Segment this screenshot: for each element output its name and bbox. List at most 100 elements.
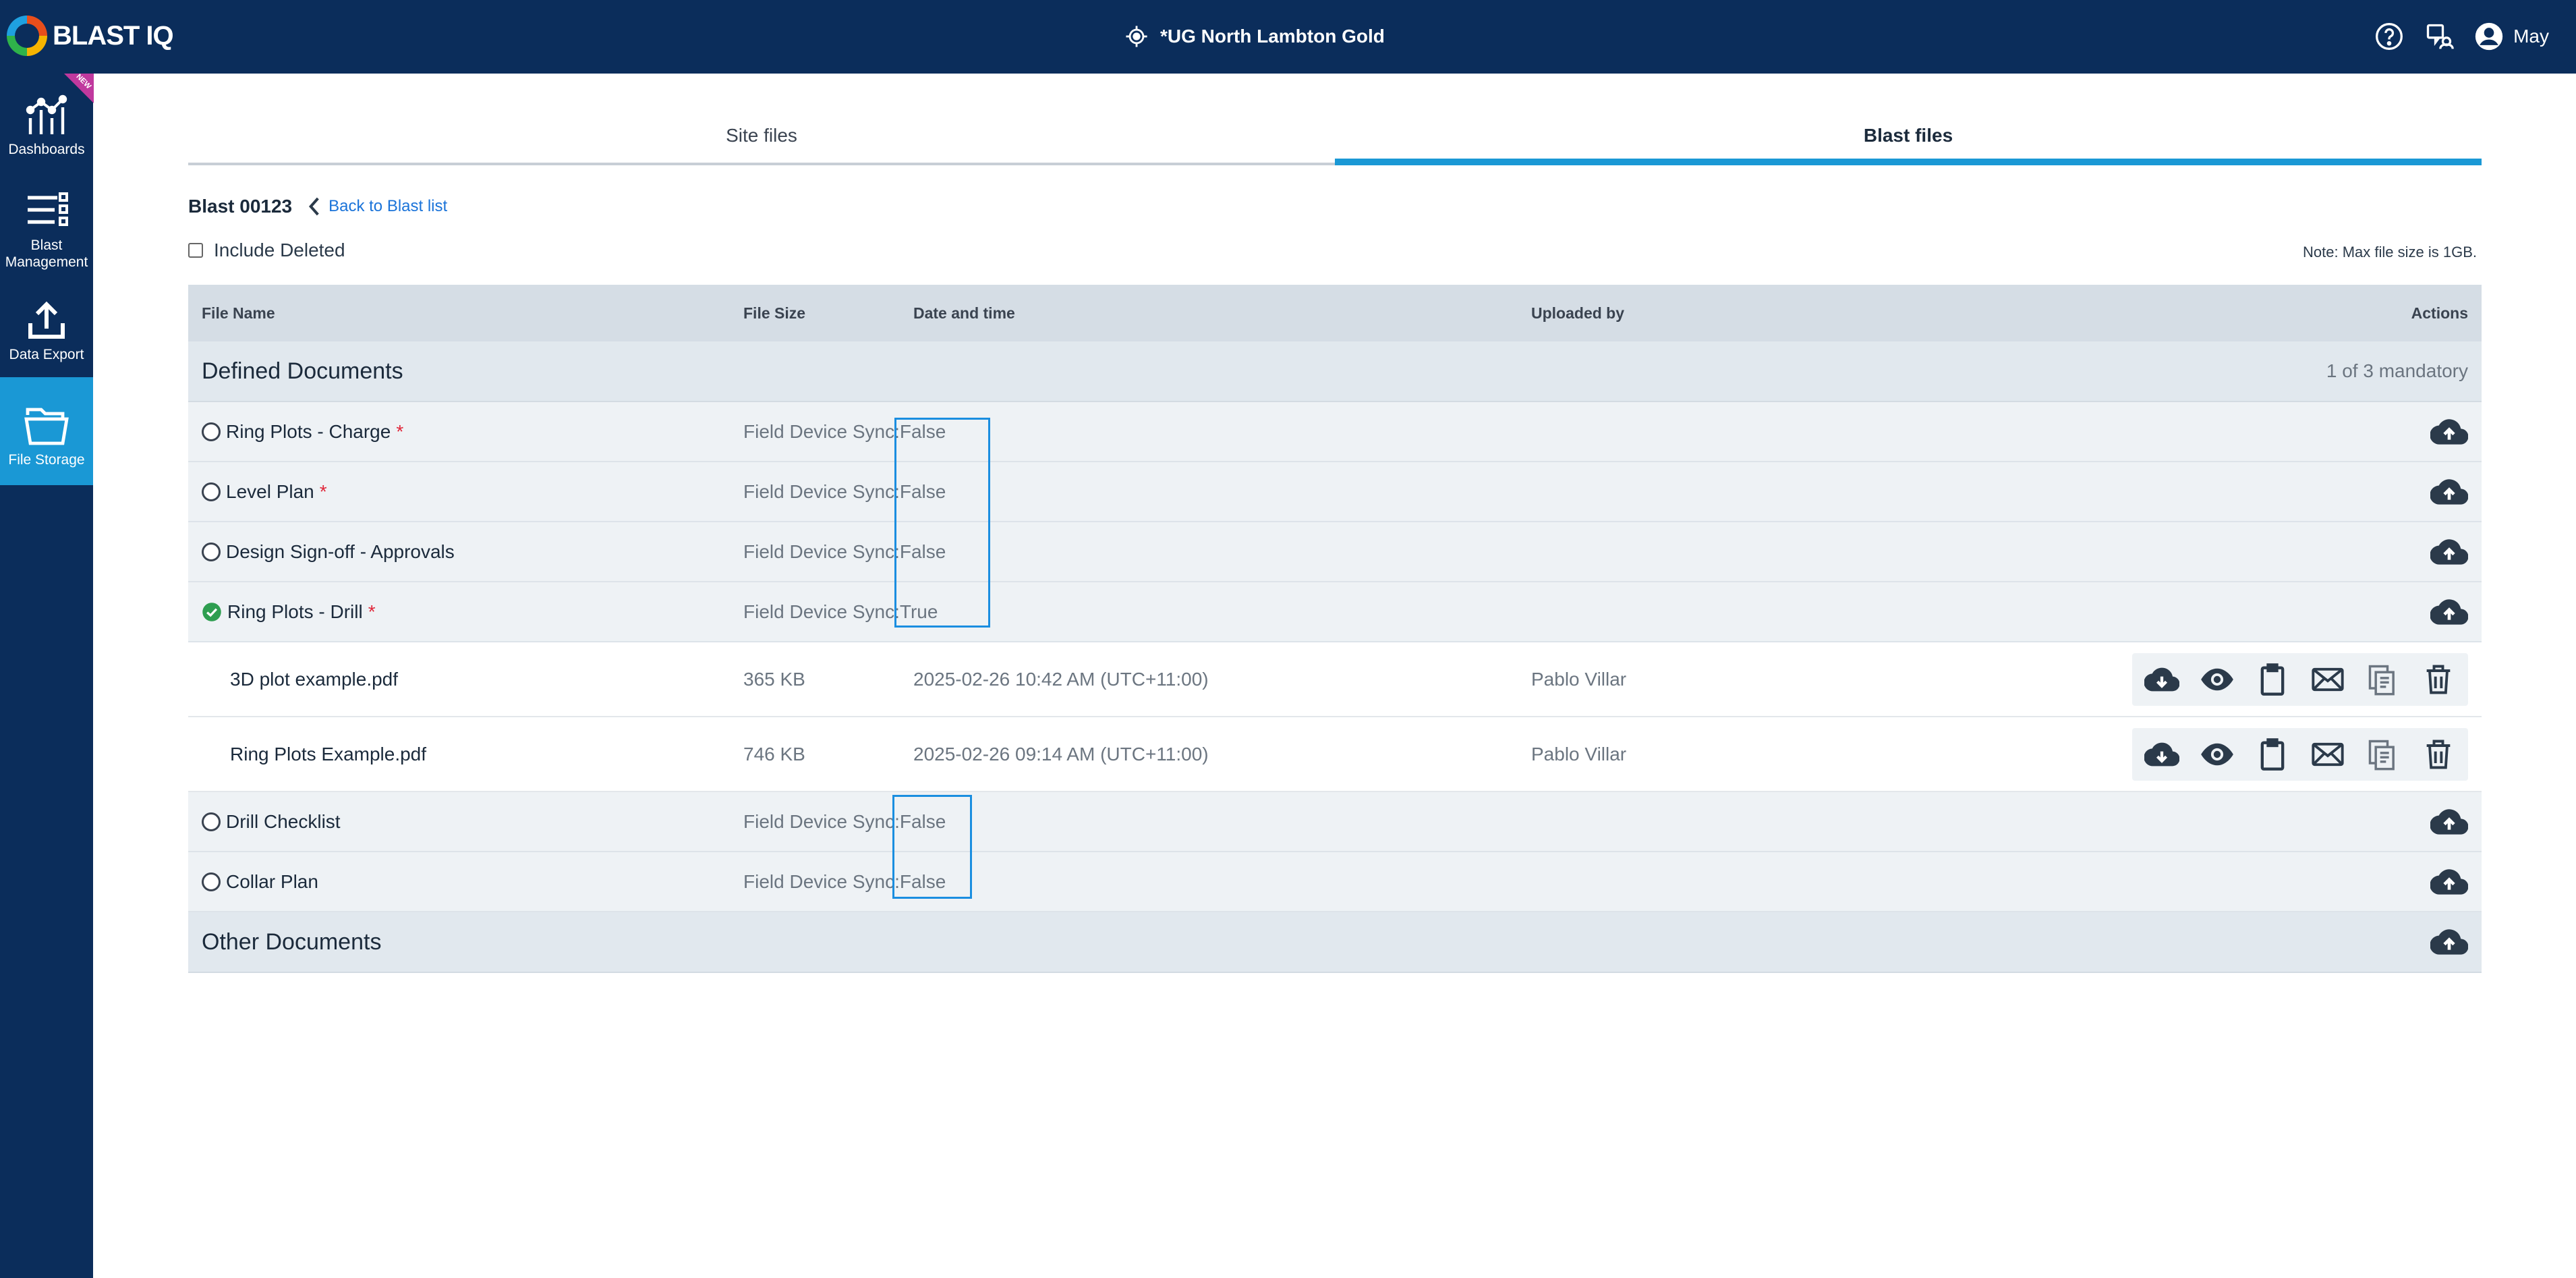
blastiq-logo[interactable]: BLAST IQ [7, 13, 174, 58]
file-date: 2025-02-26 09:14 AM (UTC+11:00) [913, 743, 1209, 765]
chevron-left-icon [309, 197, 319, 216]
back-link-label: Back to Blast list [328, 197, 448, 215]
document-row: Level Plan * Field Device Sync: False [188, 462, 2482, 522]
upload-button[interactable] [2430, 462, 2468, 521]
blast-title: Blast 00123 [188, 196, 293, 217]
header-uploaded-by: Uploaded by [1531, 304, 1625, 322]
view-icon[interactable] [2200, 662, 2235, 697]
document-name: Drill Checklist [226, 810, 341, 832]
cloud-upload-icon [2430, 538, 2468, 565]
upload-button[interactable] [2430, 402, 2468, 461]
sync-value: False [899, 540, 946, 562]
copy-icon[interactable] [2366, 662, 2401, 697]
sidebar-item-dashboards[interactable]: Dashboards [0, 91, 93, 172]
sidebar-item-label: Data Export [9, 347, 84, 362]
document-name: Design Sign-off - Approvals [226, 540, 455, 562]
file-row[interactable]: 3D plot example.pdf 365 KB 2025-02-26 10… [188, 642, 2482, 717]
support-icon[interactable] [2424, 22, 2454, 51]
status-empty-icon [202, 422, 221, 441]
header-date-time: Date and time [913, 304, 1015, 322]
header-actions: Actions [2411, 304, 2468, 322]
sidebar-item-label: File Storage [8, 452, 85, 468]
max-file-size-note: Note: Max file size is 1GB. [2303, 244, 2477, 260]
required-marker: * [319, 480, 327, 502]
download-icon[interactable] [2144, 662, 2179, 697]
upload-button[interactable] [2430, 582, 2468, 641]
sync-label: Field Device Sync: [743, 480, 900, 502]
download-icon[interactable] [2144, 737, 2179, 772]
view-icon[interactable] [2200, 737, 2235, 772]
copy-icon[interactable] [2366, 737, 2401, 772]
file-uploader: Pablo Villar [1531, 668, 1627, 690]
document-row: Ring Plots - Charge * Field Device Sync:… [188, 402, 2482, 462]
upload-button[interactable] [2430, 852, 2468, 911]
document-name: Collar Plan [226, 870, 318, 892]
locate-icon [1126, 26, 1147, 47]
upload-tray-icon [28, 301, 65, 339]
file-name: 3D plot example.pdf [230, 668, 399, 690]
include-deleted: Include Deleted [188, 240, 345, 261]
logo-text: BLAST IQ [53, 20, 174, 51]
sync-value: False [899, 810, 946, 832]
file-row[interactable]: Ring Plots Example.pdf 746 KB 2025-02-26… [188, 717, 2482, 792]
top-bar: BLAST IQ *UG North Lambton Gold May [0, 0, 2576, 74]
sidebar-item-blast-management[interactable]: Blast Management [0, 187, 93, 281]
file-size: 746 KB [743, 743, 805, 765]
back-to-blast-list-link[interactable]: Back to Blast list [307, 196, 447, 217]
delete-icon[interactable] [2421, 662, 2456, 697]
sync-label: Field Device Sync: [743, 420, 900, 442]
sync-value: False [899, 480, 946, 502]
cloud-upload-icon [2430, 599, 2468, 625]
include-deleted-checkbox[interactable] [188, 243, 203, 258]
site-name: *UG North Lambton Gold [1160, 26, 1385, 47]
email-icon[interactable] [2310, 662, 2345, 697]
upload-button[interactable] [2430, 912, 2468, 972]
delete-icon[interactable] [2421, 737, 2456, 772]
help-icon[interactable] [2374, 22, 2404, 51]
logo-ring-icon [7, 16, 47, 56]
document-row: Ring Plots - Drill * Field Device Sync: … [188, 582, 2482, 642]
file-date: 2025-02-26 10:42 AM (UTC+11:00) [913, 668, 1209, 690]
status-empty-icon [202, 812, 221, 831]
sidebar-item-file-storage[interactable]: File Storage [0, 377, 93, 485]
tab-site-files[interactable]: Site files [188, 108, 1335, 165]
document-name: Ring Plots - Charge [226, 420, 391, 442]
user-menu[interactable]: May [2474, 22, 2549, 51]
file-actions [2132, 727, 2468, 781]
sync-label: Field Device Sync: [743, 810, 900, 832]
files-table: File Name File Size Date and time Upload… [188, 285, 2482, 973]
required-marker: * [368, 601, 376, 622]
sidebar-item-label: Dashboards [8, 142, 85, 157]
upload-button[interactable] [2430, 792, 2468, 851]
cloud-upload-icon [2430, 478, 2468, 505]
clipboard-icon[interactable] [2255, 737, 2290, 772]
sync-value: True [899, 601, 938, 622]
user-name: May [2513, 26, 2549, 47]
include-deleted-label: Include Deleted [214, 240, 345, 260]
sync-label: Field Device Sync: [743, 601, 900, 622]
check-circle-icon [202, 602, 221, 621]
sidebar-item-data-export[interactable]: Data Export [0, 296, 93, 377]
document-row: Drill Checklist Field Device Sync: False [188, 792, 2482, 852]
document-row: Design Sign-off - Approvals Field Device… [188, 522, 2482, 582]
folder-open-icon [24, 408, 69, 445]
email-icon[interactable] [2310, 737, 2345, 772]
tab-blast-files[interactable]: Blast files [1335, 108, 2482, 165]
file-size: 365 KB [743, 668, 805, 690]
mandatory-count: 1 of 3 mandatory [2326, 360, 2468, 381]
upload-button[interactable] [2430, 522, 2468, 581]
status-empty-icon [202, 872, 221, 891]
cloud-upload-icon [2430, 868, 2468, 895]
line-chart-icon [26, 94, 67, 134]
cloud-upload-icon [2430, 808, 2468, 835]
site-selector[interactable]: *UG North Lambton Gold [1125, 20, 1385, 53]
file-uploader: Pablo Villar [1531, 743, 1627, 765]
header-file-name: File Name [202, 304, 275, 322]
required-marker: * [396, 420, 404, 442]
document-name: Level Plan [226, 480, 314, 502]
sync-value: False [899, 870, 946, 892]
clipboard-icon[interactable] [2255, 662, 2290, 697]
sidebar: NEW Dashboards Blast Management Data Exp… [0, 74, 94, 1278]
file-tabs: Site files Blast files [188, 108, 2482, 165]
file-actions [2132, 652, 2468, 706]
